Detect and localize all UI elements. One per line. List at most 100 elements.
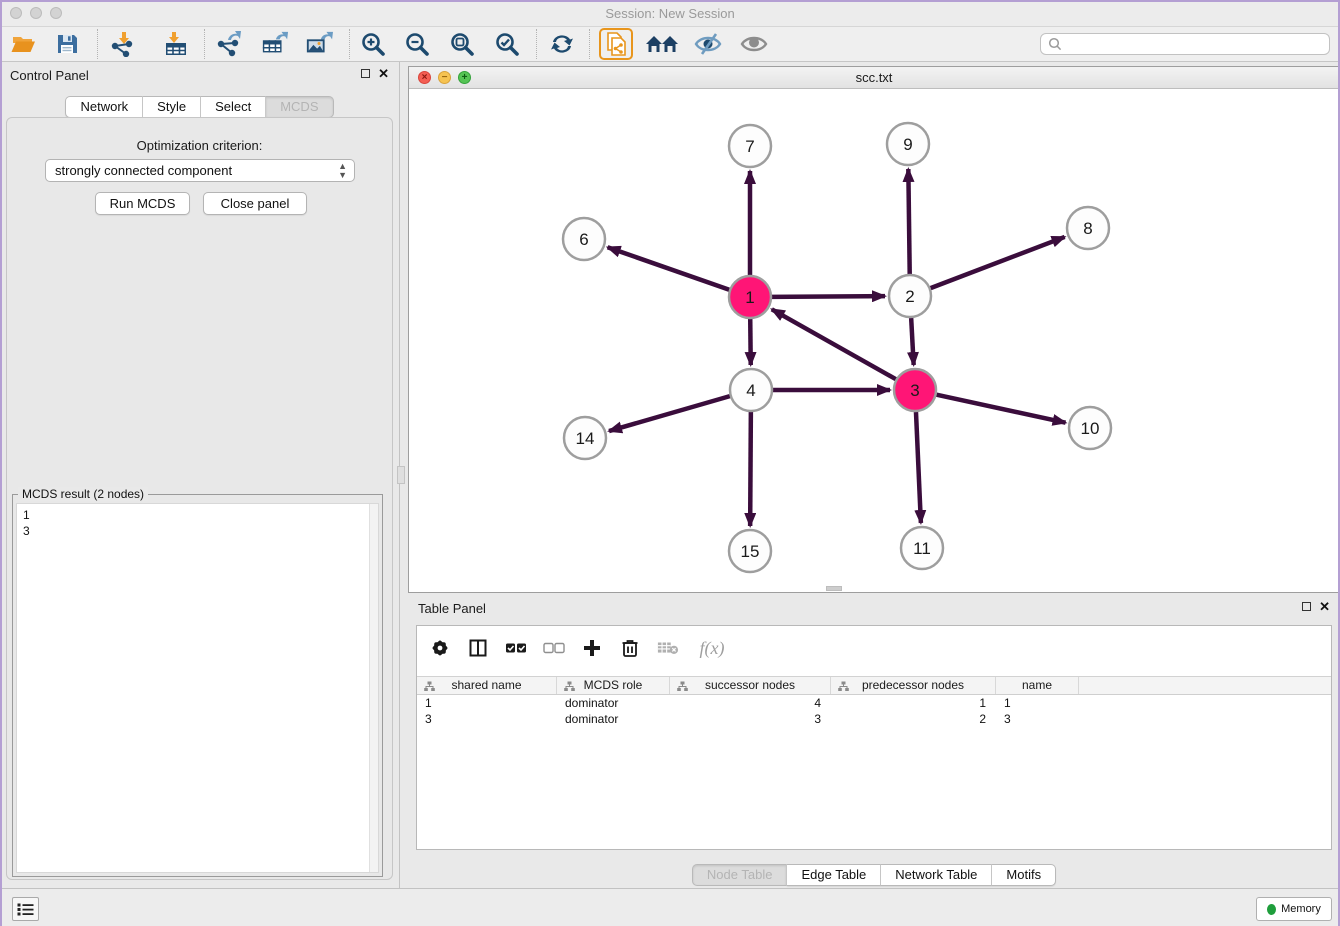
fx-label: f(x): [700, 638, 725, 659]
graph-node-11[interactable]: 11: [901, 527, 943, 569]
table-cell[interactable]: 1: [831, 695, 996, 711]
import-network-icon[interactable]: [108, 30, 136, 58]
tab-style[interactable]: Style: [143, 96, 201, 118]
search-input[interactable]: [1063, 35, 1329, 53]
network-hscrollbar-thumb[interactable]: [826, 586, 842, 591]
table-row[interactable]: 1dominator411: [417, 695, 1331, 711]
apply-layout-icon[interactable]: [548, 30, 576, 58]
graph-node-2[interactable]: 2: [889, 275, 931, 317]
houses-icon[interactable]: [644, 30, 680, 58]
delete-row-icon[interactable]: [619, 637, 641, 659]
graph-node-7[interactable]: 7: [729, 125, 771, 167]
network-window-titlebar[interactable]: × − + scc.txt: [409, 67, 1339, 89]
edge-2-8[interactable]: [931, 237, 1065, 288]
table-cell[interactable]: 3: [996, 711, 1079, 727]
float-panel-icon[interactable]: [361, 69, 370, 78]
table-cell[interactable]: 4: [670, 695, 831, 711]
edge-3-10[interactable]: [936, 395, 1065, 423]
tab-select[interactable]: Select: [201, 96, 266, 118]
clone-network-icon[interactable]: [599, 28, 633, 60]
optimization-dropdown[interactable]: strongly connected component ▲▼: [45, 159, 355, 182]
tab-network[interactable]: Network: [65, 96, 143, 118]
graph-node-4[interactable]: 4: [730, 369, 772, 411]
table-cell[interactable]: dominator: [557, 695, 670, 711]
show-graphics-icon[interactable]: [738, 30, 770, 58]
status-bar: Memory: [0, 888, 1340, 926]
column-header-shared-name[interactable]: shared name: [417, 677, 557, 694]
memory-label: Memory: [1281, 903, 1321, 915]
panel-splitter-handle[interactable]: [397, 466, 405, 484]
toolbar-separator: [349, 29, 350, 59]
graph-node-15[interactable]: 15: [729, 530, 771, 572]
export-image-icon[interactable]: [305, 30, 333, 58]
add-row-icon[interactable]: [581, 637, 603, 659]
search-field[interactable]: [1040, 33, 1330, 55]
edge-3-11[interactable]: [916, 412, 921, 523]
column-header-successor-nodes[interactable]: successor nodes: [670, 677, 831, 694]
zoom-selected-icon[interactable]: [493, 30, 521, 58]
graph-node-14[interactable]: 14: [564, 417, 606, 459]
table-cell[interactable]: dominator: [557, 711, 670, 727]
graph-node-10[interactable]: 10: [1069, 407, 1111, 449]
edge-4-14[interactable]: [609, 396, 730, 431]
mcds-result-textarea[interactable]: 1 3: [16, 503, 379, 873]
memory-button[interactable]: Memory: [1256, 897, 1332, 921]
zoom-fit-icon[interactable]: [448, 30, 476, 58]
save-session-icon[interactable]: [53, 30, 81, 58]
table-cell[interactable]: 1: [417, 695, 557, 711]
table-row[interactable]: 3dominator323: [417, 711, 1331, 727]
graph-node-3[interactable]: 3: [894, 369, 936, 411]
table-panel-tabs: Node TableEdge TableNetwork TableMotifs: [408, 864, 1340, 886]
table-panel: Table Panel ✕: [408, 595, 1340, 888]
edge-2-3[interactable]: [911, 318, 914, 365]
table-cell[interactable]: 3: [670, 711, 831, 727]
search-icon: [1047, 36, 1063, 52]
import-table-icon[interactable]: [162, 30, 190, 58]
float-table-panel-icon[interactable]: [1302, 602, 1311, 611]
table-cell[interactable]: 1: [996, 695, 1079, 711]
task-history-button[interactable]: [12, 897, 39, 921]
tab-motifs[interactable]: Motifs: [992, 864, 1056, 886]
open-session-icon[interactable]: [9, 30, 37, 58]
node-table: shared nameMCDS rolesuccessor nodesprede…: [417, 676, 1331, 727]
settings-gear-icon[interactable]: [429, 637, 451, 659]
table-cell[interactable]: 2: [831, 711, 996, 727]
column-header-MCDS-role[interactable]: MCDS role: [557, 677, 670, 694]
deselect-all-icon[interactable]: [543, 637, 565, 659]
tab-network-table[interactable]: Network Table: [881, 864, 992, 886]
graph-node-1[interactable]: 1: [729, 276, 771, 318]
function-builder-icon: f(x): [695, 637, 729, 659]
close-panel-icon[interactable]: ✕: [378, 68, 389, 79]
graph-node-6[interactable]: 6: [563, 218, 605, 260]
column-header-predecessor-nodes[interactable]: predecessor nodes: [831, 677, 996, 694]
select-all-icon[interactable]: [505, 637, 527, 659]
tab-mcds[interactable]: MCDS: [266, 96, 333, 118]
hide-graphics-icon[interactable]: [692, 30, 724, 58]
edge-2-9[interactable]: [908, 169, 909, 274]
column-header-name[interactable]: name: [996, 677, 1079, 694]
export-table-icon[interactable]: [261, 30, 289, 58]
run-mcds-button[interactable]: Run MCDS: [95, 192, 190, 215]
network-canvas[interactable]: 7 9 6 8 1 2 4 3 14 10 15 11: [409, 89, 1339, 592]
mcds-result-group: MCDS result (2 nodes) 1 3: [12, 494, 383, 877]
zoom-in-icon[interactable]: [359, 30, 387, 58]
edge-1-6[interactable]: [608, 247, 730, 289]
zoom-out-icon[interactable]: [403, 30, 431, 58]
close-panel-button[interactable]: Close panel: [203, 192, 307, 215]
edge-4-15[interactable]: [750, 412, 751, 526]
tab-node-table[interactable]: Node Table: [692, 864, 788, 886]
column-settings-icon[interactable]: [467, 637, 489, 659]
result-scrollbar[interactable]: [369, 504, 378, 872]
tab-edge-table[interactable]: Edge Table: [787, 864, 881, 886]
table-header-row: shared nameMCDS rolesuccessor nodesprede…: [417, 676, 1331, 695]
node-label: 1: [745, 288, 754, 307]
table-panel-title: Table Panel: [418, 601, 486, 616]
edge-1-2[interactable]: [772, 296, 885, 297]
edge-3-1[interactable]: [772, 309, 896, 379]
close-table-panel-icon[interactable]: ✕: [1319, 601, 1330, 612]
export-network-icon[interactable]: [215, 30, 243, 58]
graph-node-8[interactable]: 8: [1067, 207, 1109, 249]
main-toolbar: [0, 27, 1340, 62]
table-cell[interactable]: 3: [417, 711, 557, 727]
graph-node-9[interactable]: 9: [887, 123, 929, 165]
